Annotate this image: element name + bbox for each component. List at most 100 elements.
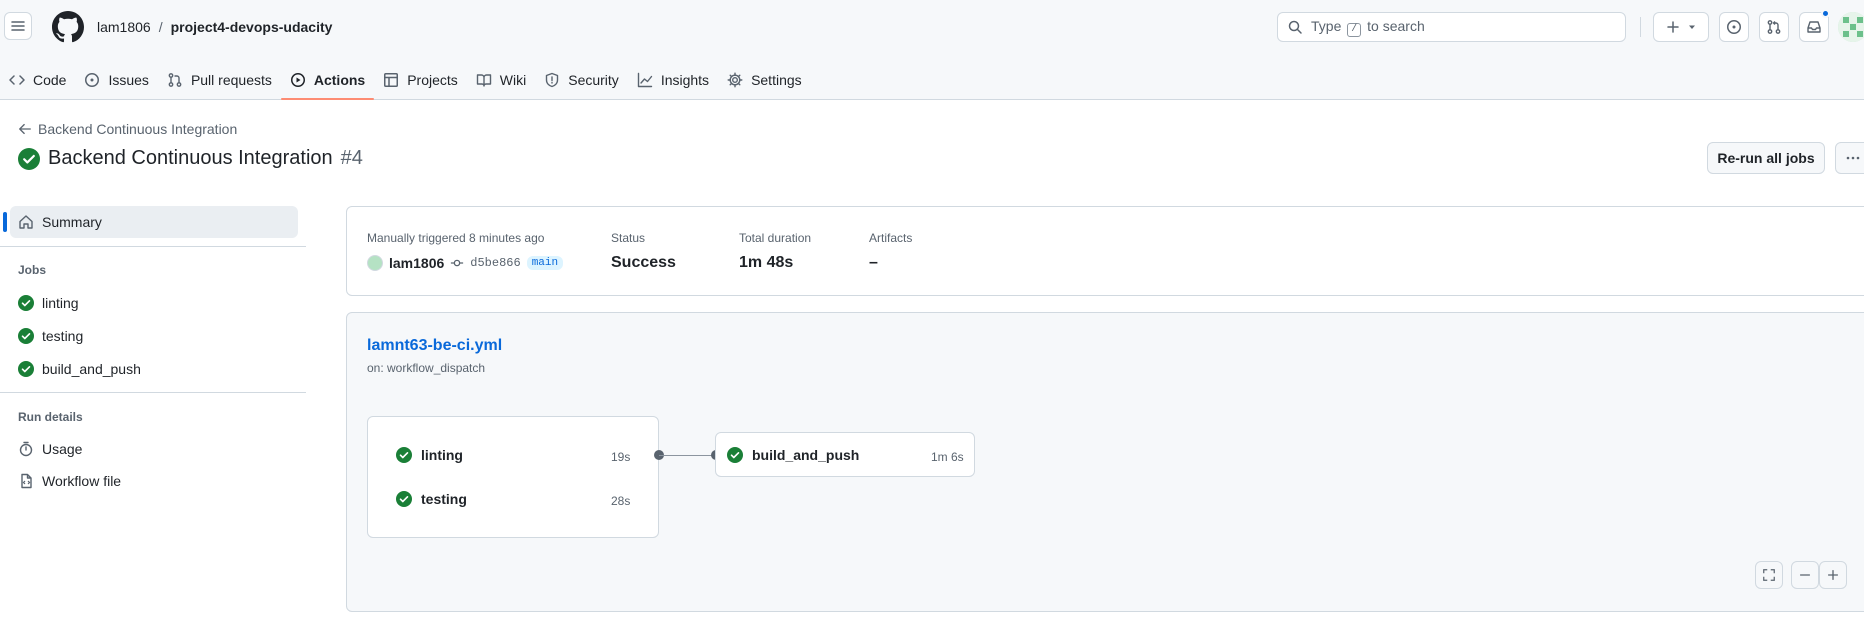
workflow-file-label: Workflow file bbox=[42, 473, 122, 489]
tab-issues[interactable]: Issues bbox=[75, 60, 157, 100]
git-commit-icon bbox=[451, 259, 464, 267]
menu-button[interactable] bbox=[4, 12, 32, 40]
tab-insights[interactable]: Insights bbox=[628, 60, 718, 100]
gear-icon bbox=[727, 72, 743, 88]
page-title: Backend Continuous Integration #4 bbox=[18, 147, 363, 170]
shield-icon bbox=[546, 72, 559, 88]
global-header: lam1806 / project4-devops-udacity Type /… bbox=[0, 0, 1864, 100]
graph-job-linting[interactable]: linting bbox=[396, 447, 463, 463]
sidebar-job-testing[interactable]: testing bbox=[18, 328, 83, 344]
tab-actions-label: Actions bbox=[313, 72, 366, 88]
tab-projects-label: Projects bbox=[407, 72, 458, 88]
check-circle-fill-icon bbox=[18, 295, 34, 311]
sidebar-summary-label: Summary bbox=[42, 214, 102, 230]
issues-button[interactable] bbox=[1719, 12, 1749, 42]
kebab-horizontal-icon bbox=[1846, 156, 1860, 160]
run-number: #4 bbox=[340, 147, 363, 169]
tab-settings[interactable]: Settings bbox=[718, 60, 811, 100]
back-link-label: Backend Continuous Integration bbox=[38, 121, 238, 137]
repo-owner-link[interactable]: lam1806 bbox=[97, 19, 151, 35]
sidebar-divider bbox=[0, 246, 306, 247]
zoom-out-button[interactable] bbox=[1791, 561, 1819, 589]
create-new-button[interactable] bbox=[1653, 12, 1709, 42]
search-suffix: to search bbox=[1367, 17, 1425, 34]
workflow-trigger: on: workflow_dispatch bbox=[367, 361, 486, 375]
status-value: Success bbox=[611, 254, 676, 271]
notification-dot bbox=[1821, 9, 1830, 18]
plus-icon bbox=[1667, 21, 1679, 33]
tab-actions[interactable]: Actions bbox=[280, 60, 375, 100]
fullscreen-button[interactable] bbox=[1755, 561, 1783, 589]
branch-label[interactable]: main bbox=[526, 256, 564, 270]
issue-opened-icon bbox=[1727, 20, 1741, 34]
plus-icon bbox=[1827, 569, 1839, 581]
tab-pull-requests-label: Pull requests bbox=[190, 72, 272, 88]
back-to-workflow-link[interactable]: Backend Continuous Integration bbox=[18, 121, 237, 137]
sidebar-item-workflow-file[interactable]: Workflow file bbox=[18, 473, 121, 489]
more-options-button[interactable] bbox=[1835, 142, 1864, 174]
hamburger-icon bbox=[11, 21, 25, 31]
pull-request-icon bbox=[1767, 20, 1781, 34]
github-mark-icon bbox=[52, 11, 84, 43]
graph-job-label: testing bbox=[421, 491, 467, 507]
pull-requests-button[interactable] bbox=[1759, 12, 1789, 42]
repo-breadcrumb: lam1806 / project4-devops-udacity bbox=[97, 19, 332, 35]
tab-projects[interactable]: Projects bbox=[374, 60, 467, 100]
commit-sha-link[interactable]: d5be866 bbox=[470, 256, 520, 270]
repo-tabs: Code Issues Pull requests Actions Projec… bbox=[0, 60, 811, 100]
check-circle-fill-icon bbox=[396, 491, 412, 507]
inbox-icon bbox=[1807, 21, 1821, 33]
actor-link[interactable]: lam1806 bbox=[389, 255, 444, 271]
search-input[interactable]: Type / to search bbox=[1277, 12, 1626, 42]
status-label: Status bbox=[611, 231, 646, 245]
sidebar-item-summary[interactable]: Summary bbox=[3, 206, 298, 238]
trigger-label: Manually triggered 8 minutes ago bbox=[367, 231, 545, 245]
fullscreen-icon bbox=[1763, 569, 1775, 581]
tab-wiki[interactable]: Wiki bbox=[467, 60, 535, 100]
check-circle-fill-icon bbox=[396, 447, 412, 463]
artifacts-label: Artifacts bbox=[869, 231, 913, 245]
check-circle-fill-icon bbox=[727, 447, 743, 463]
job-group-box bbox=[367, 416, 659, 538]
search-placeholder: Type / to search bbox=[1311, 18, 1425, 37]
rerun-all-jobs-button[interactable]: Re-run all jobs bbox=[1707, 142, 1825, 174]
home-icon bbox=[19, 215, 33, 229]
check-circle-fill-icon bbox=[18, 147, 40, 170]
jobs-heading: Jobs bbox=[18, 263, 47, 277]
minus-icon bbox=[1799, 574, 1811, 576]
user-avatar[interactable] bbox=[1838, 12, 1864, 42]
tab-security[interactable]: Security bbox=[535, 60, 628, 100]
search-icon bbox=[1288, 20, 1302, 34]
sidebar-item-usage[interactable]: Usage bbox=[18, 441, 82, 457]
artifacts-value: – bbox=[869, 254, 878, 271]
tab-insights-label: Insights bbox=[660, 72, 710, 88]
graph-icon bbox=[637, 72, 653, 88]
run-title: Backend Continuous Integration bbox=[48, 147, 333, 169]
job-connector-line bbox=[659, 455, 717, 456]
graph-job-duration: 1m 6s bbox=[931, 450, 964, 464]
graph-job-testing[interactable]: testing bbox=[396, 491, 467, 507]
graph-job-label: build_and_push bbox=[752, 447, 860, 463]
zoom-in-button[interactable] bbox=[1819, 561, 1847, 589]
book-icon bbox=[476, 74, 491, 87]
pull-request-icon bbox=[168, 73, 182, 87]
code-icon bbox=[9, 75, 25, 85]
sidebar-job-build-and-push[interactable]: build_and_push bbox=[18, 361, 141, 377]
table-icon bbox=[384, 73, 399, 87]
tab-code-label: Code bbox=[33, 72, 67, 88]
avatar-identicon-icon bbox=[1838, 12, 1864, 42]
tab-security-label: Security bbox=[568, 72, 619, 88]
sidebar-job-linting[interactable]: linting bbox=[18, 295, 79, 311]
repo-name-link[interactable]: project4-devops-udacity bbox=[171, 19, 333, 35]
header-divider bbox=[1640, 17, 1641, 37]
tab-pull-requests[interactable]: Pull requests bbox=[158, 60, 281, 100]
graph-job-duration: 28s bbox=[611, 494, 631, 508]
play-icon bbox=[290, 73, 305, 87]
triangle-down-icon bbox=[1689, 25, 1695, 29]
github-logo[interactable] bbox=[52, 11, 84, 43]
usage-label: Usage bbox=[42, 441, 83, 457]
duration-label: Total duration bbox=[739, 231, 812, 245]
search-key-hint: / bbox=[1347, 22, 1362, 37]
workflow-file-link[interactable]: lamnt63-be-ci.yml bbox=[367, 337, 502, 355]
tab-code[interactable]: Code bbox=[0, 60, 75, 100]
